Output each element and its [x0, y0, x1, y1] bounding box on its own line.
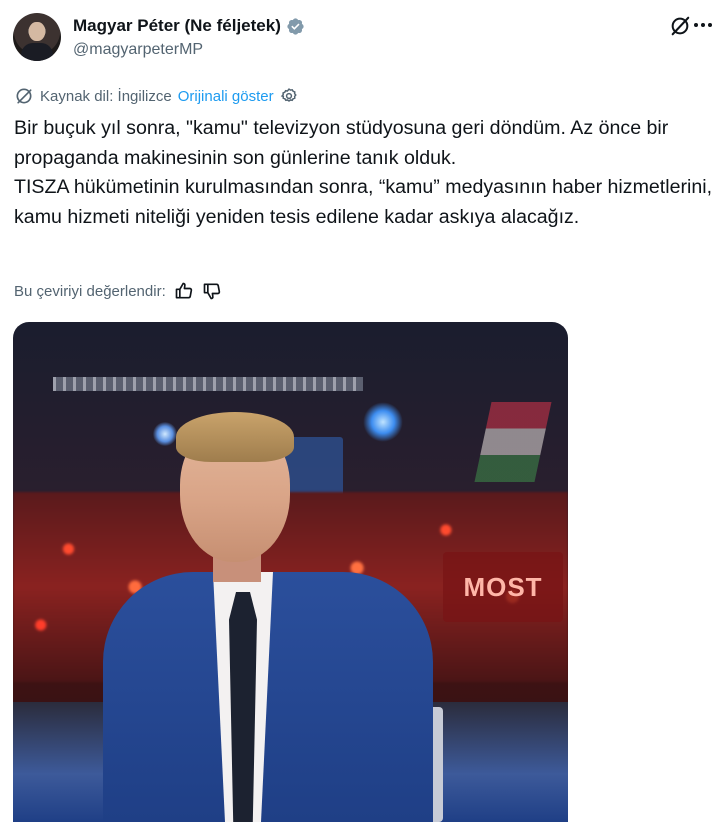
more-icon[interactable] [693, 21, 713, 29]
translate-icon [16, 88, 32, 104]
tie [229, 592, 257, 822]
rate-label: Bu çeviriyi değerlendir: [14, 282, 166, 300]
grok-icon[interactable] [669, 15, 691, 37]
name-line: Magyar Péter (Ne féljetek) [73, 16, 305, 36]
tweet-photo[interactable]: MOST [13, 322, 568, 822]
person-figure [103, 412, 433, 822]
thumbs-up-icon[interactable] [174, 281, 194, 301]
handle[interactable]: @magyarpeterMP [73, 41, 203, 59]
settings-icon[interactable] [280, 87, 298, 105]
thumbs-down-icon[interactable] [202, 281, 222, 301]
show-original-link[interactable]: Orijinali göster [178, 88, 274, 105]
verified-badge-icon [287, 17, 304, 35]
display-name[interactable]: Magyar Péter (Ne féljetek) [73, 16, 281, 36]
hair [176, 412, 294, 462]
tweet-header: Magyar Péter (Ne féljetek) @magyarpeterM… [13, 13, 713, 65]
stage-truss [53, 377, 363, 391]
tweet-text: Bir buçuk yıl sonra, "kamu" televizyon s… [14, 114, 714, 232]
most-sign: MOST [443, 552, 563, 622]
avatar-face [29, 22, 45, 41]
tweet-paragraph: Bir buçuk yıl sonra, "kamu" televizyon s… [14, 117, 674, 169]
flag-image [474, 402, 552, 482]
avatar-suit [21, 43, 53, 61]
source-language-label: Kaynak dil: İngilizce [40, 87, 172, 105]
avatar[interactable] [13, 13, 61, 61]
rate-translation: Bu çeviriyi değerlendir: [14, 281, 222, 301]
tweet-paragraph: TISZA hükümetinin kurulmasından sonra, “… [14, 176, 718, 228]
translation-bar: Kaynak dil: İngilizce Orijinali göster [14, 86, 298, 106]
